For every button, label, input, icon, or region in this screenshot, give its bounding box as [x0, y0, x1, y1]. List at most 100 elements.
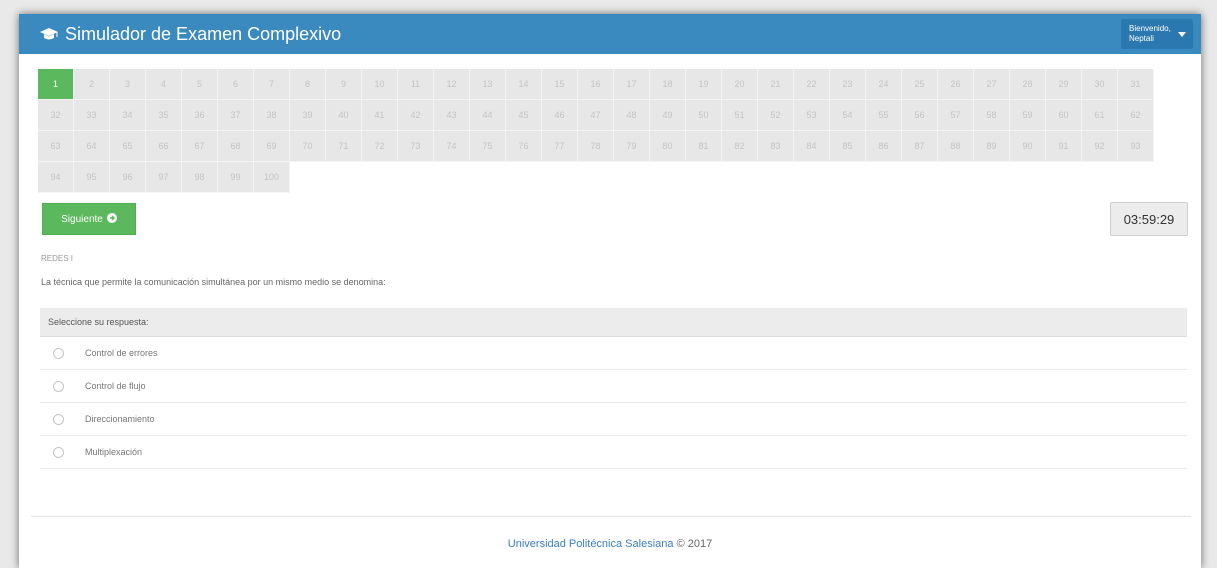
page-button[interactable]: 50 — [686, 100, 722, 131]
page-button[interactable]: 37 — [218, 100, 254, 131]
page-button[interactable]: 25 — [902, 69, 938, 100]
page-button[interactable]: 38 — [254, 100, 290, 131]
page-button[interactable]: 53 — [794, 100, 830, 131]
page-button[interactable]: 92 — [1082, 131, 1118, 162]
page-button[interactable]: 40 — [326, 100, 362, 131]
page-button[interactable]: 24 — [866, 69, 902, 100]
page-button[interactable]: 18 — [650, 69, 686, 100]
page-button[interactable]: 81 — [686, 131, 722, 162]
radio-button[interactable] — [53, 347, 64, 359]
answer-option[interactable]: Control de errores — [40, 337, 1187, 370]
radio-button[interactable] — [53, 446, 64, 458]
page-button[interactable]: 33 — [74, 100, 110, 131]
page-button[interactable]: 94 — [38, 162, 74, 193]
page-button[interactable]: 15 — [542, 69, 578, 100]
page-button[interactable]: 71 — [326, 131, 362, 162]
page-button[interactable]: 35 — [146, 100, 182, 131]
brand[interactable]: Simulador de Examen Complexivo — [39, 14, 341, 54]
page-button[interactable]: 68 — [218, 131, 254, 162]
page-button[interactable]: 78 — [578, 131, 614, 162]
page-button[interactable]: 83 — [758, 131, 794, 162]
page-button[interactable]: 7 — [254, 69, 290, 100]
page-button[interactable]: 75 — [470, 131, 506, 162]
page-button[interactable]: 55 — [866, 100, 902, 131]
page-button[interactable]: 73 — [398, 131, 434, 162]
page-button[interactable]: 17 — [614, 69, 650, 100]
page-button[interactable]: 42 — [398, 100, 434, 131]
radio-button[interactable] — [53, 413, 64, 425]
page-button[interactable]: 31 — [1118, 69, 1154, 100]
page-button[interactable]: 96 — [110, 162, 146, 193]
page-button[interactable]: 56 — [902, 100, 938, 131]
page-button[interactable]: 3 — [110, 69, 146, 100]
next-button[interactable]: Siguiente — [42, 203, 136, 235]
page-button[interactable]: 91 — [1046, 131, 1082, 162]
user-menu[interactable]: Bienvenido, Neptali — [1121, 19, 1193, 49]
page-button[interactable]: 51 — [722, 100, 758, 131]
page-button[interactable]: 48 — [614, 100, 650, 131]
page-button[interactable]: 13 — [470, 69, 506, 100]
page-button[interactable]: 100 — [254, 162, 290, 193]
page-button[interactable]: 79 — [614, 131, 650, 162]
page-button[interactable]: 58 — [974, 100, 1010, 131]
university-link[interactable]: Universidad Politécnica Salesiana — [508, 538, 674, 550]
page-button[interactable]: 5 — [182, 69, 218, 100]
page-button[interactable]: 2 — [74, 69, 110, 100]
page-button[interactable]: 43 — [434, 100, 470, 131]
page-button[interactable]: 34 — [110, 100, 146, 131]
page-button[interactable]: 46 — [542, 100, 578, 131]
page-button[interactable]: 16 — [578, 69, 614, 100]
page-button[interactable]: 93 — [1118, 131, 1154, 162]
page-button[interactable]: 97 — [146, 162, 182, 193]
page-button[interactable]: 84 — [794, 131, 830, 162]
page-button[interactable]: 80 — [650, 131, 686, 162]
page-button[interactable]: 77 — [542, 131, 578, 162]
page-button[interactable]: 76 — [506, 131, 542, 162]
page-button[interactable]: 41 — [362, 100, 398, 131]
page-button[interactable]: 89 — [974, 131, 1010, 162]
page-button[interactable]: 8 — [290, 69, 326, 100]
page-button[interactable]: 29 — [1046, 69, 1082, 100]
page-button[interactable]: 1 — [38, 69, 74, 100]
page-button[interactable]: 64 — [74, 131, 110, 162]
page-button[interactable]: 82 — [722, 131, 758, 162]
page-button[interactable]: 95 — [74, 162, 110, 193]
page-button[interactable]: 57 — [938, 100, 974, 131]
page-button[interactable]: 22 — [794, 69, 830, 100]
page-button[interactable]: 39 — [290, 100, 326, 131]
page-button[interactable]: 19 — [686, 69, 722, 100]
radio-button[interactable] — [53, 380, 64, 392]
page-button[interactable]: 36 — [182, 100, 218, 131]
page-button[interactable]: 11 — [398, 69, 434, 100]
page-button[interactable]: 23 — [830, 69, 866, 100]
page-button[interactable]: 99 — [218, 162, 254, 193]
page-button[interactable]: 32 — [38, 100, 74, 131]
page-button[interactable]: 62 — [1118, 100, 1154, 131]
page-button[interactable]: 28 — [1010, 69, 1046, 100]
answer-option[interactable]: Multiplexación — [40, 436, 1187, 469]
page-button[interactable]: 63 — [38, 131, 74, 162]
page-button[interactable]: 54 — [830, 100, 866, 131]
page-button[interactable]: 60 — [1046, 100, 1082, 131]
page-button[interactable]: 67 — [182, 131, 218, 162]
page-button[interactable]: 61 — [1082, 100, 1118, 131]
page-button[interactable]: 4 — [146, 69, 182, 100]
page-button[interactable]: 86 — [866, 131, 902, 162]
page-button[interactable]: 49 — [650, 100, 686, 131]
page-button[interactable]: 59 — [1010, 100, 1046, 131]
page-button[interactable]: 27 — [974, 69, 1010, 100]
page-button[interactable]: 14 — [506, 69, 542, 100]
page-button[interactable]: 45 — [506, 100, 542, 131]
page-button[interactable]: 70 — [290, 131, 326, 162]
page-button[interactable]: 30 — [1082, 69, 1118, 100]
page-button[interactable]: 69 — [254, 131, 290, 162]
page-button[interactable]: 12 — [434, 69, 470, 100]
page-button[interactable]: 72 — [362, 131, 398, 162]
page-button[interactable]: 74 — [434, 131, 470, 162]
page-button[interactable]: 9 — [326, 69, 362, 100]
page-button[interactable]: 6 — [218, 69, 254, 100]
page-button[interactable]: 98 — [182, 162, 218, 193]
page-button[interactable]: 20 — [722, 69, 758, 100]
page-button[interactable]: 44 — [470, 100, 506, 131]
page-button[interactable]: 10 — [362, 69, 398, 100]
